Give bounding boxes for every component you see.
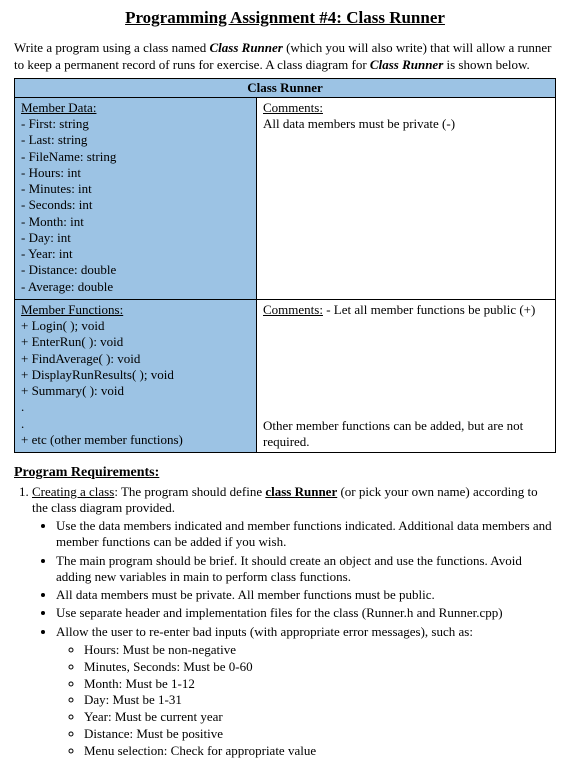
bullet-item: Use separate header and implementation f… <box>56 605 556 621</box>
validation-item: Hours: Must be non-negative <box>84 642 556 659</box>
requirement-item: Creating a class: The program should def… <box>32 484 556 516</box>
comments-text-2: - Let all member functions be public (+) <box>323 302 535 317</box>
member-func-item: + Login( ); void <box>21 318 250 334</box>
requirements-list: Creating a class: The program should def… <box>14 484 556 516</box>
validation-item: Month: Must be 1-12 <box>84 676 556 693</box>
member-func-item: + EnterRun( ): void <box>21 334 250 350</box>
member-data-item: - Year: int <box>21 246 250 262</box>
comments-bottom-note: Other member functions can be added, but… <box>263 418 549 451</box>
member-data-item: - Seconds: int <box>21 197 250 213</box>
req1-classname: class Runner <box>265 484 337 499</box>
member-data-item: - Average: double <box>21 279 250 295</box>
requirements-heading: Program Requirements: <box>14 465 556 481</box>
member-func-item: + etc (other member functions) <box>21 432 250 448</box>
member-func-item: + Summary( ): void <box>21 383 250 399</box>
member-data-cell: Member Data: - First: string - Last: str… <box>15 98 257 299</box>
class-name-header: Class Runner <box>15 79 555 98</box>
req1-label: Creating a class <box>32 484 114 499</box>
validation-item: Year: Must be current year <box>84 709 556 726</box>
member-data-item: - Distance: double <box>21 262 250 278</box>
validation-item: Distance: Must be positive <box>84 726 556 743</box>
bullet-item: All data members must be private. All me… <box>56 587 556 603</box>
member-data-item: - FileName: string <box>21 149 250 165</box>
requirement-bullets: Use the data members indicated and membe… <box>14 518 556 760</box>
comments-text-1: All data members must be private (-) <box>263 116 549 132</box>
intro-text-3: is shown below. <box>443 57 530 72</box>
member-func-item: + DisplayRunResults( ); void <box>21 367 250 383</box>
validation-list: Hours: Must be non-negative Minutes, Sec… <box>56 642 556 760</box>
member-data-item: - Minutes: int <box>21 181 250 197</box>
intro-classname-1: Class Runner <box>210 40 283 55</box>
intro-classname-2: Class Runner <box>370 57 443 72</box>
member-data-item: - Hours: int <box>21 165 250 181</box>
comments-heading-2: Comments: <box>263 302 323 317</box>
validation-item: Minutes, Seconds: Must be 0-60 <box>84 659 556 676</box>
intro-text-1: Write a program using a class named <box>14 40 210 55</box>
intro-paragraph: Write a program using a class named Clas… <box>14 40 556 74</box>
bullet-item: The main program should be brief. It sho… <box>56 553 556 586</box>
member-data-item: - Day: int <box>21 230 250 246</box>
member-data-item: - Month: int <box>21 214 250 230</box>
member-func-item: . <box>21 416 250 432</box>
member-func-item: . <box>21 399 250 415</box>
comments-functions-cell: Comments: - Let all member functions be … <box>257 299 555 452</box>
member-data-item: - Last: string <box>21 132 250 148</box>
req1-mid: : The program should define <box>114 484 265 499</box>
page-title: Programming Assignment #4: Class Runner <box>14 8 556 28</box>
class-diagram-table: Class Runner Member Data: - First: strin… <box>14 78 556 453</box>
bullet-item: Allow the user to re-enter bad inputs (w… <box>56 624 556 760</box>
member-func-item: + FindAverage( ): void <box>21 351 250 367</box>
member-data-item: - First: string <box>21 116 250 132</box>
comments-data-cell: Comments: All data members must be priva… <box>257 98 555 299</box>
comments-heading-1: Comments: <box>263 100 549 116</box>
validation-item: Menu selection: Check for appropriate va… <box>84 743 556 760</box>
bullet-item: Use the data members indicated and membe… <box>56 518 556 551</box>
member-functions-cell: Member Functions: + Login( ); void + Ent… <box>15 299 257 452</box>
member-functions-heading: Member Functions: <box>21 302 250 318</box>
member-data-heading: Member Data: <box>21 100 250 116</box>
bullet-item-text: Allow the user to re-enter bad inputs (w… <box>56 624 473 639</box>
validation-item: Day: Must be 1-31 <box>84 692 556 709</box>
